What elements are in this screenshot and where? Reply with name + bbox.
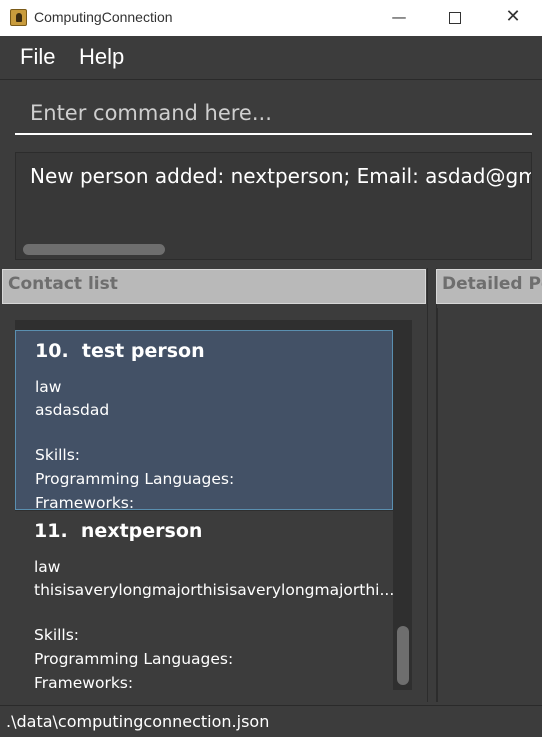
horizontal-scrollbar[interactable] bbox=[23, 244, 165, 255]
contact-name: nextperson bbox=[80, 520, 203, 542]
app-icon bbox=[10, 9, 27, 26]
detail-panel bbox=[437, 308, 542, 702]
minimize-icon: — bbox=[391, 8, 407, 26]
contact-programming-languages: Programming Languages: bbox=[35, 470, 235, 488]
contact-card-11[interactable]: 11. nextperson law thisisaverylongmajort… bbox=[15, 511, 395, 690]
contact-list-title: Contact list bbox=[8, 274, 118, 294]
contact-list: 10. test person law asdasdad Skills: Pro… bbox=[15, 320, 412, 690]
contact-list-header: Contact list bbox=[2, 269, 426, 304]
close-icon: ✕ bbox=[505, 6, 521, 27]
menu-file[interactable]: File bbox=[20, 44, 55, 70]
status-bar: .\data\computingconnection.json bbox=[0, 705, 542, 737]
contact-skills-label: Skills: bbox=[34, 626, 80, 644]
detail-panel-header: Detailed Pe bbox=[436, 269, 542, 304]
contact-card-10[interactable]: 10. test person law asdasdad Skills: Pro… bbox=[15, 330, 393, 512]
window-title: ComputingConnection bbox=[34, 9, 173, 25]
menu-help[interactable]: Help bbox=[79, 44, 124, 70]
command-box bbox=[0, 81, 542, 144]
contact-faculty: law bbox=[34, 558, 61, 576]
contact-index: 11. bbox=[34, 520, 68, 542]
contact-programming-languages: Programming Languages: bbox=[34, 650, 234, 668]
maximize-button[interactable] bbox=[432, 0, 478, 36]
maximize-icon bbox=[449, 11, 461, 24]
result-text: New person added: nextperson; Email: asd… bbox=[30, 164, 532, 188]
contact-frameworks: Frameworks: bbox=[35, 494, 135, 512]
panel-divider[interactable] bbox=[427, 268, 437, 702]
vertical-scrollbar[interactable] bbox=[397, 626, 409, 685]
contact-major: asdasdad bbox=[35, 401, 110, 419]
detail-panel-title: Detailed Pe bbox=[442, 274, 542, 294]
minimize-button[interactable]: — bbox=[376, 0, 422, 36]
command-input[interactable] bbox=[15, 93, 532, 135]
contact-faculty: law bbox=[35, 378, 62, 396]
menu-bar: File Help bbox=[0, 36, 542, 80]
title-bar: ComputingConnection — ✕ bbox=[0, 0, 542, 36]
contact-title: 11. nextperson bbox=[34, 520, 202, 542]
data-file-path: .\data\computingconnection.json bbox=[6, 712, 270, 731]
contact-frameworks: Frameworks: bbox=[34, 674, 134, 690]
contact-skills-label: Skills: bbox=[35, 446, 81, 464]
result-display[interactable]: New person added: nextperson; Email: asd… bbox=[15, 152, 532, 260]
contact-index: 10. bbox=[35, 340, 69, 362]
contact-name: test person bbox=[81, 340, 205, 362]
contact-major: thisisaverylongmajorthisisaverylongmajor… bbox=[34, 581, 395, 599]
close-button[interactable]: ✕ bbox=[490, 0, 536, 36]
contact-title: 10. test person bbox=[35, 340, 205, 362]
